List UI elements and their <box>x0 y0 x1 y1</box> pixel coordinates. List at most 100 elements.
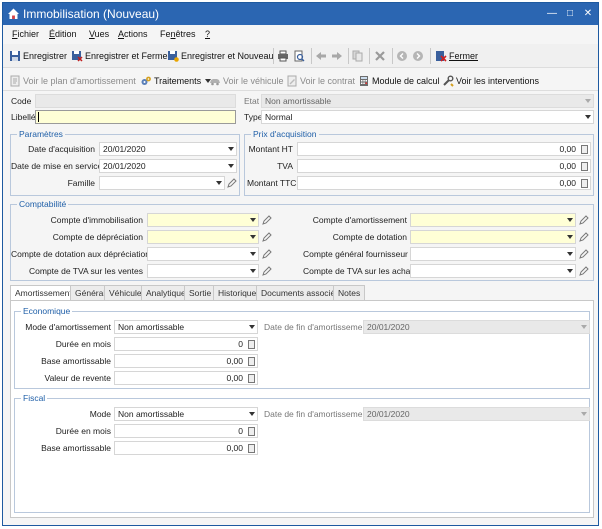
car-icon <box>210 79 220 86</box>
edit-pen-icon[interactable] <box>579 215 589 225</box>
edit-pen-icon[interactable] <box>579 232 589 242</box>
compte-label: Compte de dotation aux dépréciations <box>11 249 155 259</box>
type-label: Type <box>244 112 263 122</box>
calculator-icon[interactable] <box>248 357 255 366</box>
tva-label: TVA <box>277 161 293 171</box>
delete-x-icon <box>375 51 385 61</box>
save-button[interactable]: Enregistrer <box>9 48 67 64</box>
compte-select[interactable] <box>147 230 259 244</box>
compte-select[interactable] <box>410 213 576 227</box>
chevron-down-icon <box>581 325 587 329</box>
close-icon[interactable]: ✕ <box>580 6 596 21</box>
chevron-down-icon <box>250 269 256 273</box>
edit-pen-icon[interactable] <box>579 266 589 276</box>
chevron-down-icon <box>567 269 573 273</box>
duree-input[interactable]: 0 <box>114 337 258 351</box>
tab-notes[interactable]: Notes <box>333 285 366 301</box>
chevron-down-icon <box>228 164 234 168</box>
tva-input[interactable]: 0,00 <box>297 159 591 173</box>
etat-field: Non amortissable <box>261 94 594 108</box>
mode-amort-select[interactable]: Non amortissable <box>114 320 258 334</box>
copy-button[interactable] <box>352 48 364 64</box>
revente-input[interactable]: 0,00 <box>114 371 258 385</box>
edit-pen-icon[interactable] <box>579 249 589 259</box>
contract-icon <box>287 75 297 87</box>
fiscal-mode-select[interactable]: Non amortissable <box>114 407 258 421</box>
tab-panel-amortissement: Economique Mode d'amortissement Non amor… <box>10 300 594 518</box>
delete-button[interactable] <box>374 48 386 64</box>
edit-pen-icon[interactable] <box>262 266 272 276</box>
menu-vues[interactable]: Vues <box>89 29 109 39</box>
calculator-icon[interactable] <box>248 427 255 436</box>
edit-pen-icon[interactable] <box>227 178 237 188</box>
ht-input[interactable]: 0,00 <box>297 142 591 156</box>
fiscal-fin-label: Date de fin d'amortissement <box>264 409 370 419</box>
view-plan-button[interactable]: Voir le plan d'amortissement <box>9 73 136 89</box>
view-interventions-button[interactable]: Voir les interventions <box>442 73 539 89</box>
view-contract-button[interactable]: Voir le contrat <box>286 73 355 89</box>
compte-label: Compte de TVA sur les ventes <box>28 266 143 276</box>
print-preview-button[interactable] <box>293 48 305 64</box>
menu-actions[interactable]: Actions <box>118 29 148 39</box>
edit-pen-icon[interactable] <box>262 249 272 259</box>
close-button[interactable]: Fermer <box>435 48 478 64</box>
calculator-icon[interactable] <box>248 444 255 453</box>
ttc-label: Montant TTC <box>247 178 297 188</box>
floppy-icon <box>10 51 20 61</box>
save-close-button[interactable]: Enregistrer et Fermer <box>71 48 171 64</box>
edit-pen-icon[interactable] <box>262 232 272 242</box>
chevron-down-icon <box>581 412 587 416</box>
fiscal-duree-label: Durée en mois <box>55 426 111 436</box>
calculator-icon[interactable] <box>581 179 588 188</box>
compte-select[interactable] <box>410 264 576 278</box>
type-select[interactable]: Normal <box>261 110 594 124</box>
prix-title: Prix d'acquisition <box>251 129 319 139</box>
minimize-icon[interactable]: — <box>544 6 560 21</box>
ttc-input[interactable]: 0,00 <box>297 176 591 190</box>
calculator-icon[interactable] <box>581 162 588 171</box>
calculator-icon[interactable] <box>248 340 255 349</box>
libelle-input[interactable] <box>35 110 236 124</box>
save-close-icon <box>72 51 83 62</box>
date-acq-input[interactable]: 20/01/2020 <box>99 142 237 156</box>
compte-select[interactable] <box>147 213 259 227</box>
tab-sortie[interactable]: Sortie <box>184 285 217 301</box>
window-title: Immobilisation (Nouveau) <box>23 7 160 21</box>
first-record-button[interactable] <box>396 48 408 64</box>
traitements-button[interactable]: Traitements <box>140 73 212 89</box>
edit-pen-icon[interactable] <box>262 215 272 225</box>
printer-icon <box>278 50 288 62</box>
calc-module-button[interactable]: Module de calcul <box>358 73 440 89</box>
maximize-icon[interactable]: □ <box>562 6 578 21</box>
compte-select[interactable] <box>147 264 259 278</box>
chevron-down-icon <box>250 235 256 239</box>
previous-button[interactable] <box>315 48 327 64</box>
menu-help[interactable]: ? <box>205 29 210 39</box>
calculator-icon[interactable] <box>248 374 255 383</box>
economique-title: Economique <box>21 306 73 316</box>
compte-select[interactable] <box>147 247 259 261</box>
save-new-button[interactable]: Enregistrer et Nouveau <box>167 48 274 64</box>
calculator-icon[interactable] <box>581 145 588 154</box>
compte-select[interactable] <box>410 247 576 261</box>
tab-documents[interactable]: Documents associés <box>256 285 345 301</box>
print-button[interactable] <box>277 48 289 64</box>
famille-select[interactable] <box>99 176 225 190</box>
last-record-button[interactable] <box>412 48 424 64</box>
fiscal-duree-input[interactable]: 0 <box>114 424 258 438</box>
next-button[interactable] <box>331 48 343 64</box>
view-vehicle-button[interactable]: Voir le véhicule <box>209 73 284 89</box>
compte-select[interactable] <box>410 230 576 244</box>
menu-fichier[interactable]: Fichier <box>12 29 39 39</box>
date-mes-label: Date de mise en service <box>11 161 103 171</box>
compte-label: Compte de TVA sur les achats <box>303 266 418 276</box>
base-input[interactable]: 0,00 <box>114 354 258 368</box>
chevron-down-icon <box>567 218 573 222</box>
menu-edition[interactable]: Édition <box>49 29 77 39</box>
fiscal-base-input[interactable]: 0,00 <box>114 441 258 455</box>
date-mes-input[interactable]: 20/01/2020 <box>99 159 237 173</box>
tab-historique[interactable]: Historique <box>213 285 262 301</box>
menu-fenetres[interactable]: Fenêtres <box>160 29 196 39</box>
revente-label: Valeur de revente <box>44 373 111 383</box>
chevron-down-icon <box>228 147 234 151</box>
